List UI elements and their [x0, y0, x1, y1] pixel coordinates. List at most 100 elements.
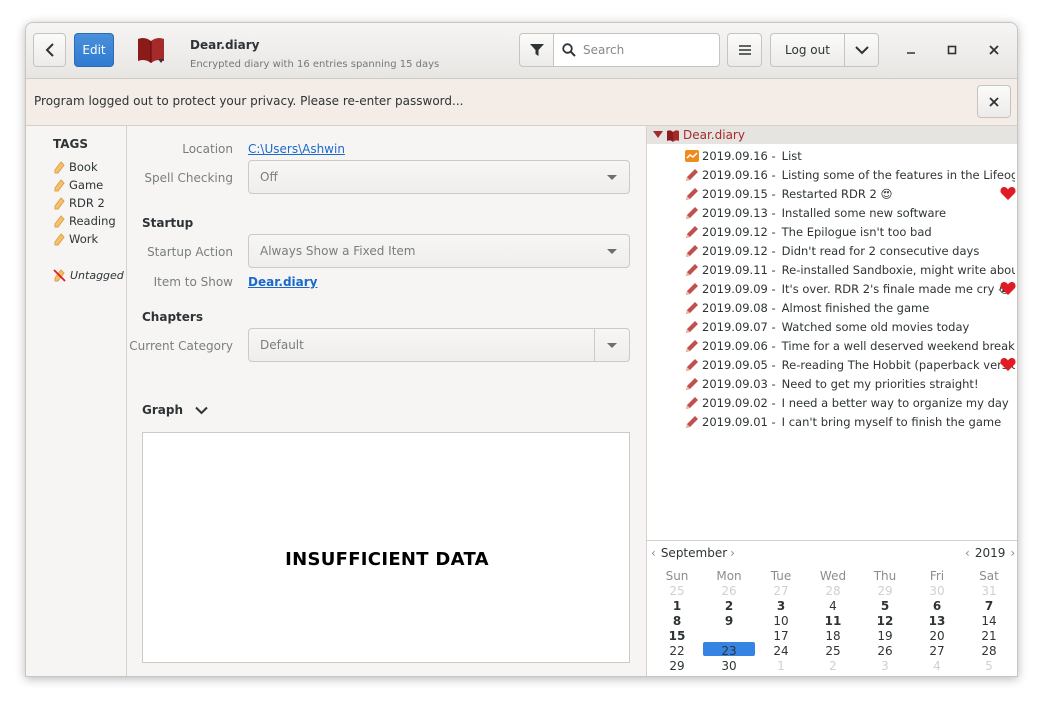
entry-title: I need a better way to organize my day: [781, 395, 1009, 410]
startup-action-dropdown[interactable]: Always Show a Fixed Item: [248, 234, 630, 268]
calendar-day[interactable]: 30: [911, 584, 963, 599]
entry-row[interactable]: 2019.09.16 - Listing some of the features…: [685, 165, 1015, 184]
calendar-day[interactable]: 29: [651, 659, 703, 674]
spell-checking-dropdown[interactable]: Off: [248, 160, 630, 194]
menu-button[interactable]: [727, 33, 762, 67]
favorite-heart-icon: [1000, 357, 1016, 372]
weekday-label: Sat: [979, 569, 999, 583]
calendar-day[interactable]: 7: [963, 599, 1015, 614]
calendar-day[interactable]: 12: [859, 614, 911, 629]
calendar-day[interactable]: 5: [859, 599, 911, 614]
calendar-day[interactable]: 25: [807, 644, 859, 659]
calendar-day[interactable]: 11: [807, 614, 859, 629]
calendar-day[interactable]: 27: [755, 584, 807, 599]
entry-row[interactable]: 2019.09.03 - Need to get my priorities st…: [685, 374, 1015, 393]
tag-item-reading[interactable]: Reading: [53, 213, 116, 229]
calendar-day[interactable]: 30: [703, 659, 755, 674]
dismiss-info-button[interactable]: [977, 85, 1011, 118]
calendar-day[interactable]: 19: [859, 629, 911, 644]
calendar-day[interactable]: 26: [859, 644, 911, 659]
entry-row[interactable]: 2019.09.01 - I can't bring myself to fini…: [685, 412, 1015, 431]
diary-settings-panel: Location C:\Users\Ashwin Spell Checking …: [127, 126, 646, 676]
search-input[interactable]: Search: [553, 33, 720, 67]
item-to-show-link[interactable]: Dear.diary: [248, 275, 318, 289]
entry-row[interactable]: 2019.09.08 - Almost finished the game: [685, 298, 1015, 317]
tag-icon: [54, 214, 65, 227]
entry-date: 2019.09.16 -: [702, 167, 776, 182]
item-to-show-label: Item to Show: [153, 275, 233, 289]
minimize-button[interactable]: [902, 41, 920, 59]
calendar-day[interactable]: 1: [651, 599, 703, 614]
calendar-day[interactable]: 5: [963, 659, 1015, 674]
calendar-day[interactable]: 27: [911, 644, 963, 659]
prev-year-icon[interactable]: ‹: [965, 546, 970, 560]
chapters-heading: Chapters: [142, 310, 203, 324]
calendar-day[interactable]: 13: [911, 614, 963, 629]
entry-row[interactable]: 2019.09.05 - Re-reading The Hobbit (paper…: [685, 355, 1015, 374]
entry-row[interactable]: 2019.09.16 - List: [685, 146, 1015, 165]
calendar-day[interactable]: 24: [755, 644, 807, 659]
calendar-day[interactable]: 15: [651, 629, 703, 644]
tag-item-book[interactable]: Book: [53, 159, 98, 175]
calendar-day[interactable]: 28: [807, 584, 859, 599]
calendar-day[interactable]: 9: [703, 614, 755, 629]
calendar-day[interactable]: 25: [651, 584, 703, 599]
logout-options-button[interactable]: [844, 33, 879, 67]
next-year-icon[interactable]: ›: [1010, 546, 1015, 560]
calendar-day[interactable]: 29: [859, 584, 911, 599]
calendar-day[interactable]: 22: [651, 644, 703, 659]
pencil-icon: [686, 206, 698, 219]
entry-row[interactable]: 2019.09.07 - Watched some old movies toda…: [685, 317, 1015, 336]
calendar-day[interactable]: 14: [963, 614, 1015, 629]
calendar-day[interactable]: 31: [963, 584, 1015, 599]
edit-button[interactable]: Edit: [74, 33, 114, 67]
entry-date: 2019.09.01 -: [702, 414, 776, 429]
calendar-day[interactable]: 10: [755, 614, 807, 629]
calendar-day[interactable]: 1: [755, 659, 807, 674]
calendar-day[interactable]: 8: [651, 614, 703, 629]
entry-row[interactable]: 2019.09.09 - It's over. RDR 2's finale ma…: [685, 279, 1015, 298]
calendar-day[interactable]: 4: [807, 599, 859, 614]
calendar-day[interactable]: 2: [807, 659, 859, 674]
calendar-day[interactable]: 17: [755, 629, 807, 644]
calendar-day[interactable]: 20: [911, 629, 963, 644]
entry-title: Didn't read for 2 consecutive days: [781, 243, 980, 258]
calendar-day[interactable]: 23: [703, 644, 755, 659]
entry-row[interactable]: 2019.09.11 - Re-installed Sandboxie, migh…: [685, 260, 1015, 279]
calendar-day[interactable]: 3: [859, 659, 911, 674]
logout-button[interactable]: Log out: [770, 33, 845, 67]
weekday-label: Fri: [929, 569, 945, 583]
close-icon: [989, 96, 999, 107]
tag-item-game[interactable]: Game: [53, 177, 103, 193]
tag-icon: [54, 178, 65, 191]
location-link[interactable]: C:\Users\Ashwin: [248, 142, 345, 156]
calendar-day[interactable]: 26: [703, 584, 755, 599]
calendar-day[interactable]: 28: [963, 644, 1015, 659]
tag-item-rdr2[interactable]: RDR 2: [53, 195, 105, 211]
entry-row[interactable]: 2019.09.13 - Installed some new software: [685, 203, 1015, 222]
entry-row[interactable]: 2019.09.12 - Didn't read for 2 consecutiv…: [685, 241, 1015, 260]
current-category-combo[interactable]: Default: [248, 328, 630, 362]
calendar-day[interactable]: 21: [963, 629, 1015, 644]
filter-button[interactable]: [519, 33, 554, 67]
entry-row[interactable]: 2019.09.06 - Time for a well deserved wee…: [685, 336, 1015, 355]
entry-row[interactable]: 2019.09.15 - Restarted RDR 2 😍: [685, 184, 1015, 203]
tag-item-work[interactable]: Work: [53, 231, 98, 247]
maximize-button[interactable]: [943, 41, 961, 59]
entry-row[interactable]: 2019.09.02 - I need a better way to organ…: [685, 393, 1015, 412]
close-window-button[interactable]: [985, 41, 1003, 59]
tag-item-untagged[interactable]: Untagged: [53, 267, 124, 283]
tree-root-diary[interactable]: Dear.diary: [647, 126, 1017, 144]
calendar-day[interactable]: 18: [807, 629, 859, 644]
calendar-day[interactable]: 3: [755, 599, 807, 614]
calendar-day[interactable]: 4: [911, 659, 963, 674]
calendar-day[interactable]: 2: [703, 599, 755, 614]
next-month-icon[interactable]: ›: [730, 546, 735, 560]
calendar-day[interactable]: 6: [911, 599, 963, 614]
prev-month-icon[interactable]: ‹: [651, 546, 656, 560]
calendar-day-selected[interactable]: 16: [703, 629, 755, 644]
entry-row[interactable]: 2019.09.12 - The Epilogue isn't too bad: [685, 222, 1015, 241]
graph-toggle[interactable]: Graph: [142, 403, 208, 417]
chevron-down-icon: [854, 46, 869, 55]
back-button[interactable]: [33, 33, 66, 67]
